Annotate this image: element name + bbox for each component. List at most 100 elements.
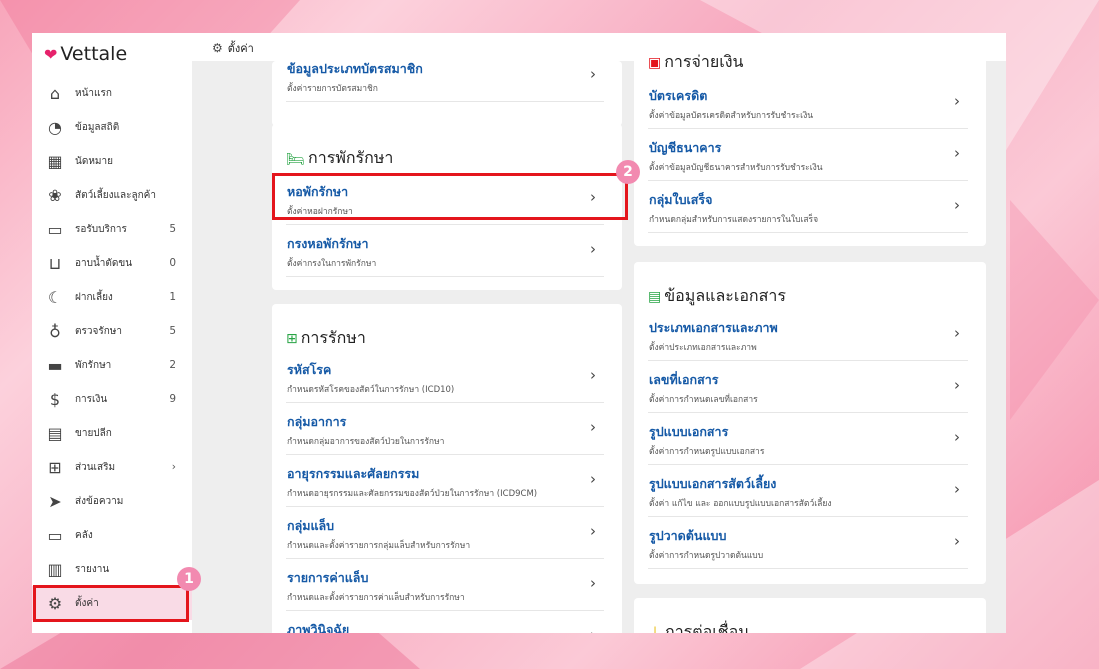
chevron-right-icon: ›	[590, 65, 596, 83]
chevron-right-icon: ›	[590, 366, 596, 384]
sidebar-item-count: 2	[169, 359, 176, 371]
sidebar-item-count: 0	[169, 257, 176, 269]
sidebar-item-bathtub[interactable]: ⊔ อาบน้ำตัดขน 0	[32, 246, 192, 280]
home-icon: ⌂	[49, 83, 61, 103]
breadcrumb-label: ตั้งค่า	[227, 42, 254, 55]
row-desc: ตั้งค่า แก้ไข และ ออกแบบรูปแบบเอกสารสัตว…	[649, 499, 832, 509]
card-payment: ▣ การจ่ายเงิน บัตรเครดิต ตั้งค่าข้อมูลบัต…	[634, 33, 986, 246]
sidebar-item-count: 5	[169, 223, 176, 235]
row-desc: กำหนดรหัสโรคของสัตว์ในการรักษา (ICD10)	[287, 385, 455, 395]
settings-row[interactable]: รูปแบบเอกสารสัตว์เลี้ยงตั้งค่า แก้ไข และ…	[648, 464, 968, 517]
settings-row[interactable]: หอพักรักษา ตั้งค่าหอฝากรักษา ›	[286, 172, 604, 225]
sidebar-item-label: ส่วนเสริม	[75, 461, 116, 473]
row-title: ประเภทเอกสารและภาพ	[649, 320, 778, 335]
sidebar-item-sofa[interactable]: ▭ รอรับบริการ 5	[32, 212, 192, 246]
row-desc: ตั้งค่ารายการบัตรสมาชิก	[287, 84, 378, 94]
archive-icon: ▭	[47, 525, 63, 545]
plus-box-icon: ⊞	[48, 457, 62, 477]
row-title: รหัสโรค	[287, 362, 332, 377]
moon-icon: ☾	[47, 287, 63, 307]
sidebar-item-count: 5	[169, 325, 176, 337]
settings-row[interactable]: อายุรกรรมและศัลยกรรม กำหนดอายุรกรรมและศัล…	[286, 454, 604, 507]
settings-row[interactable]: กรงหอพักรักษา ตั้งค่ากรงในการพักรักษา ›	[286, 224, 604, 277]
settings-row[interactable]: รูปแบบเอกสาร ตั้งค่าการกำหนดรูปแบบเอกสาร ›	[648, 412, 968, 465]
sidebar-item-label: หน้าแรก	[75, 87, 112, 99]
settings-row[interactable]: ประเภทเอกสารและภาพตั้งค่าประเภทเอกสารและ…	[648, 308, 968, 361]
settings-row[interactable]: กลุ่มใบเสร็จกำหนดกลุ่มสำหรับการแสดงรายกา…	[648, 180, 968, 233]
sidebar-item-bed[interactable]: ▬ พักรักษา 2	[32, 348, 192, 382]
settings-row[interactable]: กลุ่มแล็บ กำหนดและตั้งค่ารายการกลุ่มแล็บส…	[286, 506, 604, 559]
chevron-right-icon: ›	[954, 144, 960, 162]
sidebar-item-report[interactable]: ▥ รายงาน	[32, 552, 192, 586]
row-title: กลุ่มแล็บ	[287, 518, 335, 533]
sofa-icon: ▭	[47, 219, 63, 239]
settings-row[interactable]: บัญชีธนาคาร ตั้งค่าข้อมูลบัญชีธนาคารสำหรั…	[648, 128, 968, 181]
gear-icon: ⚙	[47, 593, 63, 613]
row-title: รูปแบบเอกสารสัตว์เลี้ยง	[649, 476, 777, 491]
sidebar-item-label: นัดหมาย	[75, 155, 113, 167]
sidebar-item-archive[interactable]: ▭ คลัง	[32, 518, 192, 552]
row-desc: ตั้งค่าการกำหนดเลขที่เอกสาร	[649, 395, 758, 405]
row-desc: กำหนดกลุ่มสำหรับการแสดงรายการในใบเสร็จ	[649, 215, 819, 225]
settings-row[interactable]: กลุ่มอาการ กำหนดกลุ่มอาการของสัตว์ป่วยในก…	[286, 402, 604, 455]
step-badge-1: 1	[177, 567, 201, 591]
bed-icon: 🛏	[286, 149, 306, 168]
settings-row[interactable]: ภาพวินิจฉัย ›	[286, 610, 604, 633]
settings-row[interactable]: รหัสโรคกำหนดรหัสโรคของสัตว์ในการรักษา (I…	[286, 350, 604, 403]
sidebar-item-count: 1	[169, 291, 176, 303]
sidebar-item-calendar[interactable]: ▦ นัดหมาย	[32, 144, 192, 178]
card-title: ⊞ การรักษา	[286, 328, 366, 347]
sidebar-item-label: ตรวจรักษา	[75, 325, 122, 337]
sidebar-item-plus-box[interactable]: ⊞ ส่วนเสริม ›	[32, 450, 192, 484]
sidebar-item-money[interactable]: $ การเงิน 9	[32, 382, 192, 416]
chevron-right-icon: ›	[590, 240, 596, 258]
sidebar-item-stethoscope[interactable]: ♁ ตรวจรักษา 5	[32, 314, 192, 348]
settings-row-member-card[interactable]: ข้อมูลประเภทบัตรสมาชิก ตั้งค่ารายการบัตร…	[286, 49, 604, 102]
sidebar-item-label: รายงาน	[75, 563, 110, 575]
row-desc: ตั้งค่าประเภทเอกสารและภาพ	[649, 343, 757, 353]
bathtub-icon: ⊔	[48, 253, 62, 273]
row-title: อายุรกรรมและศัลยกรรม	[287, 466, 420, 481]
row-title: กลุ่มใบเสร็จ	[649, 192, 713, 207]
sidebar-item-label: รอรับบริการ	[75, 223, 127, 235]
calendar-icon: ▦	[47, 151, 63, 171]
settings-row[interactable]: รายการค่าแล็บ กำหนดและตั้งค่ารายการค่าแล็…	[286, 558, 604, 611]
breadcrumb: ⚙ ตั้งค่า	[212, 39, 254, 57]
sidebar-item-cash-register[interactable]: ▤ ขายปลีก	[32, 416, 192, 450]
sidebar-item-gear[interactable]: ⚙ ตั้งค่า	[32, 586, 192, 620]
sidebar-item-home[interactable]: ⌂ หน้าแรก	[32, 76, 192, 110]
sidebar-item-label: ฝากเลี้ยง	[75, 291, 113, 303]
plug-icon: ⏚	[648, 623, 662, 634]
sidebar-item-count: ›	[171, 461, 176, 473]
sidebar-item-count: 9	[169, 393, 176, 405]
document-icon: ▤	[648, 288, 662, 305]
card-connect: ⏚ การต่อเชื่อม	[634, 598, 986, 633]
row-desc: ตั้งค่าหอฝากรักษา	[287, 207, 353, 217]
card-member: ข้อมูลประเภทบัตรสมาชิก ตั้งค่ารายการบัตร…	[272, 61, 622, 126]
row-title: กรงหอพักรักษา	[287, 236, 369, 251]
row-title: เลขที่เอกสาร	[649, 372, 719, 387]
send-icon: ➤	[48, 491, 62, 511]
card-title: ▤ ข้อมูลและเอกสาร	[648, 286, 786, 305]
chevron-right-icon: ›	[590, 522, 596, 540]
chevron-right-icon: ›	[954, 376, 960, 394]
sidebar-item-moon[interactable]: ☾ ฝากเลี้ยง 1	[32, 280, 192, 314]
chevron-right-icon: ›	[954, 92, 960, 110]
sidebar-item-send[interactable]: ➤ ส่งข้อความ	[32, 484, 192, 518]
chevron-right-icon: ›	[954, 532, 960, 550]
settings-row[interactable]: เลขที่เอกสารตั้งค่าการกำหนดเลขที่เอกสาร ›	[648, 360, 968, 413]
sidebar-item-stats[interactable]: ◔ ข้อมูลสถิติ	[32, 110, 192, 144]
heart-logo-icon: ❤	[44, 44, 58, 64]
settings-row[interactable]: บัตรเครดิต ตั้งค่าข้อมูลบัตรเครดิตสำหรับก…	[648, 76, 968, 129]
cash-register-icon: ▤	[47, 423, 63, 443]
medical-plus-icon: ⊞	[286, 330, 298, 347]
row-title: ข้อมูลประเภทบัตรสมาชิก	[287, 61, 423, 76]
settings-row[interactable]: รูปวาดต้นแบบ ตั้งค่าการกำหนดรูปวาดต้นแบบ ›	[648, 516, 968, 569]
chevron-right-icon: ›	[590, 574, 596, 592]
sidebar-item-paw[interactable]: ❀ สัตว์เลี้ยงและลูกค้า	[32, 178, 192, 212]
row-desc: กำหนดและตั้งค่ารายการค่าแล็บสำหรับการรัก…	[287, 593, 465, 603]
card-documents: ▤ ข้อมูลและเอกสาร ประเภทเอกสารและภาพตั้ง…	[634, 262, 986, 584]
chevron-right-icon: ›	[954, 324, 960, 342]
chevron-right-icon: ›	[590, 470, 596, 488]
chevron-right-icon: ›	[590, 188, 596, 206]
